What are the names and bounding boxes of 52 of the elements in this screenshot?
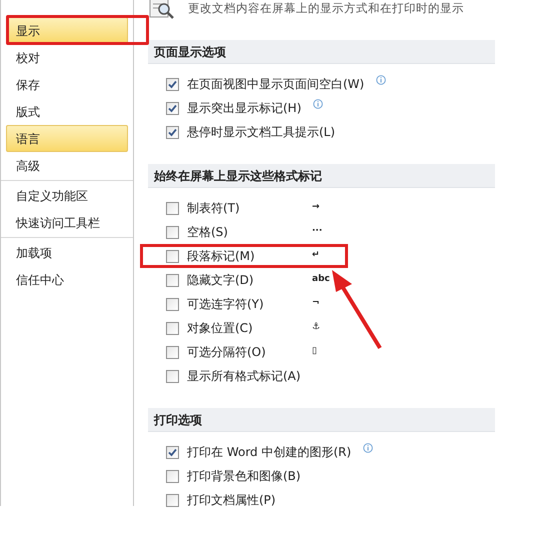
sidebar-item[interactable]: 保存: [6, 71, 128, 98]
option-label: 在页面视图中显示页面间空白(W): [187, 76, 364, 93]
sidebar-item[interactable]: 版式: [6, 98, 128, 125]
format-mark-symbol: ⚓: [312, 321, 320, 334]
format-mark-symbol: ▯: [312, 345, 317, 358]
option-label: 悬停时显示文档工具提示(L): [187, 124, 336, 141]
sidebar-item[interactable]: 快速访问工具栏: [6, 209, 128, 236]
option-label: 隐藏文字(D): [187, 272, 254, 289]
option-label: 段落标记(M): [187, 248, 255, 265]
option-label: 可选分隔符(O): [187, 344, 266, 361]
info-icon: [363, 443, 374, 453]
option-label: 打印背景色和图像(B): [187, 468, 301, 485]
option-label: 可选连字符(Y): [187, 296, 264, 313]
checkbox[interactable]: [166, 274, 179, 286]
checkbox[interactable]: [166, 370, 179, 382]
option-label: 制表符(T): [187, 200, 240, 217]
sidebar-item[interactable]: 高级: [6, 152, 128, 179]
checkbox[interactable]: [166, 494, 179, 506]
checkbox[interactable]: [166, 322, 179, 334]
checkbox[interactable]: [166, 78, 179, 90]
section-header: 打印选项: [148, 408, 495, 432]
format-mark-symbol: ↵: [312, 249, 320, 262]
description-text: 更改文档内容在屏幕上的显示方式和在打印时的显示: [188, 0, 464, 18]
option-label: 显示所有格式标记(A): [187, 368, 301, 385]
section-header: 页面显示选项: [148, 40, 495, 64]
sidebar-item[interactable]: 自定义功能区: [6, 182, 128, 209]
info-icon: [313, 99, 324, 109]
checkbox[interactable]: [166, 346, 179, 358]
sidebar-item[interactable]: 语言: [6, 125, 128, 152]
format-mark-symbol: ¬: [312, 297, 320, 310]
checkbox[interactable]: [166, 126, 179, 138]
option-label: 打印在 Word 中创建的图形(R): [187, 444, 352, 461]
checkbox[interactable]: [166, 446, 179, 458]
checkbox[interactable]: [166, 226, 179, 238]
checkbox[interactable]: [166, 250, 179, 262]
sidebar-item[interactable]: 加载项: [6, 239, 128, 266]
sidebar-item[interactable]: 信任中心: [6, 266, 128, 293]
format-mark-symbol: ···: [312, 225, 322, 238]
checkbox[interactable]: [166, 470, 179, 482]
checkbox[interactable]: [166, 298, 179, 310]
format-mark-symbol: abc: [312, 273, 330, 286]
section-header: 始终在屏幕上显示这些格式标记: [148, 164, 495, 188]
checkbox[interactable]: [166, 102, 179, 114]
magnifier-document-icon: [148, 0, 176, 20]
option-label: 对象位置(C): [187, 320, 253, 337]
sidebar-item[interactable]: 校对: [6, 44, 128, 71]
format-mark-symbol: →: [312, 201, 320, 214]
option-label: 打印文档属性(P): [187, 492, 276, 509]
option-label: 空格(S): [187, 224, 228, 241]
checkbox[interactable]: [166, 202, 179, 214]
info-icon: [376, 75, 386, 85]
option-label: 显示突出显示标记(H): [187, 100, 302, 117]
